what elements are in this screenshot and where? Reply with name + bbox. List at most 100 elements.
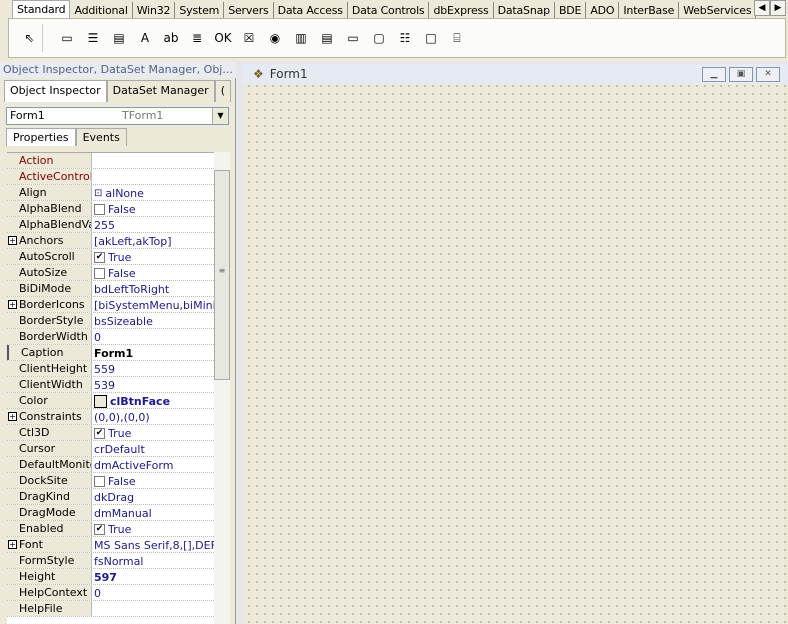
property-value[interactable]: dmActiveForm xyxy=(94,457,214,472)
inspector-tab-1[interactable]: DataSet Manager xyxy=(106,80,215,102)
property-row[interactable]: Height 597 xyxy=(7,569,214,585)
property-value[interactable]: dmManual xyxy=(94,505,214,520)
property-row[interactable]: DragMode dmManual xyxy=(7,505,214,521)
palette-tab-data-controls[interactable]: Data Controls xyxy=(348,2,430,19)
checkbox[interactable] xyxy=(94,267,105,279)
property-value[interactable]: bdLeftToRight xyxy=(94,281,214,296)
checkbox[interactable] xyxy=(94,203,105,215)
property-row[interactable]: ActiveControl xyxy=(7,169,214,185)
palette-tab-webservices[interactable]: WebServices xyxy=(679,2,757,19)
form-window[interactable]: ❖ Form1 ▁ ▣ ✕ xyxy=(243,64,788,624)
property-row[interactable]: BiDiMode bdLeftToRight xyxy=(7,281,214,297)
property-value[interactable]: ⊡ alNone xyxy=(94,185,214,200)
property-value[interactable]: crDefault xyxy=(94,441,214,456)
property-value[interactable]: 0 xyxy=(94,329,214,344)
palette-tab-dbexpress[interactable]: dbExpress xyxy=(429,2,494,19)
property-row[interactable]: + Constraints (0,0),(0,0) xyxy=(7,409,214,425)
scroll-right-button[interactable]: ▶ xyxy=(770,0,786,16)
property-value[interactable]: dkDrag xyxy=(94,489,214,504)
palette-tab-standard[interactable]: Standard xyxy=(12,0,71,19)
expand-icon[interactable]: + xyxy=(8,412,17,421)
palette-tab-additional[interactable]: Additional xyxy=(70,2,133,19)
property-row[interactable]: + Anchors [akLeft,akTop] xyxy=(7,233,214,249)
property-value[interactable]: [akLeft,akTop] xyxy=(94,233,214,248)
expand-icon[interactable]: + xyxy=(8,300,17,309)
actionlist-icon[interactable]: ⌸ xyxy=(447,28,467,48)
palette-tab-bde[interactable]: BDE xyxy=(555,2,587,19)
checkbox[interactable]: ✔ xyxy=(94,523,105,535)
property-value[interactable]: 255 xyxy=(94,217,214,232)
minimize-button[interactable]: ▁ xyxy=(702,66,726,82)
property-row[interactable]: Color clBtnFace xyxy=(7,393,214,409)
inspector-tab-0[interactable]: Object Inspector xyxy=(4,80,107,102)
property-row[interactable]: AutoScroll ✔ True xyxy=(7,249,214,265)
popupmenu-icon[interactable]: ▤ xyxy=(109,28,129,48)
palette-tab-system[interactable]: System xyxy=(175,2,225,19)
property-value[interactable]: MS Sans Serif,8,[],DEFAULT xyxy=(94,537,214,552)
property-row[interactable]: Ctl3D ✔ True xyxy=(7,425,214,441)
object-inspector-title[interactable]: Object Inspector, DataSet Manager, Obj..… xyxy=(0,62,236,78)
property-value[interactable]: Form1 xyxy=(94,345,214,360)
checkbox[interactable]: ✔ xyxy=(94,251,105,263)
property-value[interactable]: 597 xyxy=(94,569,214,584)
property-row[interactable]: DefaultMonitordmActiveForm xyxy=(7,457,214,473)
palette-tab-servers[interactable]: Servers xyxy=(224,2,274,19)
pointer-icon[interactable]: ⇖ xyxy=(17,24,43,52)
palette-tab-datasnap[interactable]: DataSnap xyxy=(494,2,555,19)
property-row[interactable]: Action xyxy=(7,153,214,169)
property-value[interactable]: ✔ True xyxy=(94,521,214,536)
listbox-icon[interactable]: ▥ xyxy=(291,28,311,48)
inspector-tab-2[interactable]: ( xyxy=(214,80,231,102)
property-value[interactable] xyxy=(94,601,214,616)
property-row[interactable]: Caption Form1 xyxy=(7,345,214,361)
palette-tab-interbase[interactable]: InterBase xyxy=(619,2,680,19)
mainmenu-icon[interactable]: ☰ xyxy=(83,28,103,48)
property-row[interactable]: Align ⊡ alNone xyxy=(7,185,214,201)
property-value[interactable]: fsNormal xyxy=(94,553,214,568)
checkbox-icon[interactable]: ☒ xyxy=(239,28,259,48)
property-value[interactable]: clBtnFace xyxy=(94,393,214,408)
combobox-icon[interactable]: ▤ xyxy=(317,28,337,48)
property-value[interactable]: False xyxy=(94,473,214,488)
property-row[interactable]: Cursor crDefault xyxy=(7,441,214,457)
property-value[interactable] xyxy=(94,169,214,184)
property-row[interactable]: FormStyle fsNormal xyxy=(7,553,214,569)
tab-properties[interactable]: Properties xyxy=(6,128,76,146)
edit-icon[interactable]: ab xyxy=(161,28,181,48)
property-row[interactable]: Enabled ✔ True xyxy=(7,521,214,537)
property-row[interactable]: +BorderIcons[biSystemMenu,biMinimize] xyxy=(7,297,214,313)
radiobutton-icon[interactable]: ◉ xyxy=(265,28,285,48)
frame-icon[interactable]: ▭ xyxy=(57,28,77,48)
property-row[interactable]: AutoSize False xyxy=(7,265,214,281)
palette-tab-ado[interactable]: ADO xyxy=(586,2,620,19)
chevron-down-icon[interactable]: ▼ xyxy=(212,108,228,124)
tab-events[interactable]: Events xyxy=(75,128,127,146)
property-value[interactable]: 539 xyxy=(94,377,214,392)
property-value[interactable]: (0,0),(0,0) xyxy=(94,409,214,424)
memo-icon[interactable]: ≣ xyxy=(187,28,207,48)
panel-icon[interactable]: □ xyxy=(421,28,441,48)
button-icon[interactable]: OK xyxy=(213,28,233,48)
checkbox[interactable] xyxy=(94,475,105,487)
property-value[interactable]: 559 xyxy=(94,361,214,376)
property-row[interactable]: HelpFile xyxy=(7,601,214,617)
scrollbar-thumb[interactable]: ≡ xyxy=(214,170,230,380)
property-row[interactable]: HelpContext 0 xyxy=(7,585,214,601)
palette-tab-data-access[interactable]: Data Access xyxy=(274,2,348,19)
maximize-button[interactable]: ▣ xyxy=(729,66,753,82)
property-row[interactable]: +FontMS Sans Serif,8,[],DEFAULT xyxy=(7,537,214,553)
object-selector[interactable]: Form1 TForm1 ▼ xyxy=(6,107,229,125)
property-row[interactable]: ClientHeight 559 xyxy=(7,361,214,377)
property-value[interactable]: bsSizeable xyxy=(94,313,214,328)
property-value[interactable] xyxy=(94,153,214,168)
checkbox[interactable]: ✔ xyxy=(94,427,105,439)
property-value[interactable]: False xyxy=(94,201,214,216)
property-row[interactable]: BorderStyle bsSizeable xyxy=(7,313,214,329)
radiogroup-icon[interactable]: ☷ xyxy=(395,28,415,48)
groupbox-icon[interactable]: ▢ xyxy=(369,28,389,48)
property-row[interactable]: DragKind dkDrag xyxy=(7,489,214,505)
property-value[interactable]: [biSystemMenu,biMinimize] xyxy=(94,297,214,312)
expand-icon[interactable]: + xyxy=(8,540,17,549)
property-grid-scrollbar[interactable]: ≡ xyxy=(214,152,230,624)
property-row[interactable]: BorderWidth 0 xyxy=(7,329,214,345)
